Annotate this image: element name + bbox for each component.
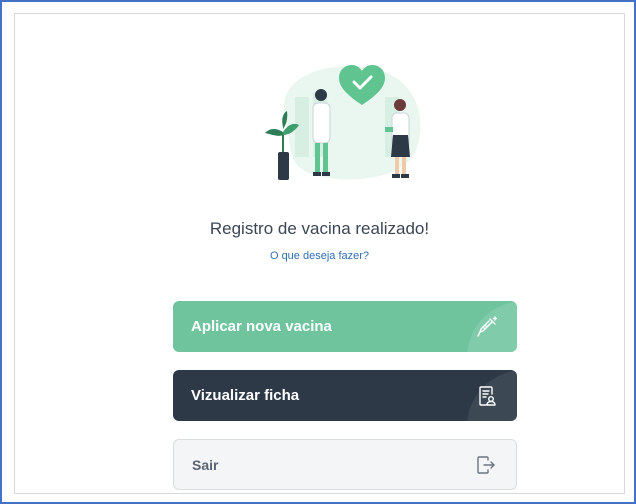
syringe-icon — [477, 315, 498, 337]
success-dialog: Registro de vacina realizado! O que dese… — [14, 13, 625, 494]
apply-new-vaccine-button[interactable]: Aplicar nova vacina — [173, 301, 517, 352]
success-title: Registro de vacina realizado! — [209, 219, 430, 238]
patient-record-icon — [479, 385, 496, 406]
logout-icon — [477, 455, 495, 474]
exit-button[interactable]: Sair — [173, 439, 517, 490]
view-record-label: Vizualizar ficha — [191, 387, 300, 404]
exit-label: Sair — [192, 456, 219, 473]
next-action-link[interactable]: O que deseja fazer? — [15, 250, 624, 262]
vaccination-illustration — [265, 65, 421, 180]
view-record-button[interactable]: Vizualizar ficha — [173, 370, 517, 421]
apply-new-vaccine-label: Aplicar nova vacina — [191, 318, 332, 335]
